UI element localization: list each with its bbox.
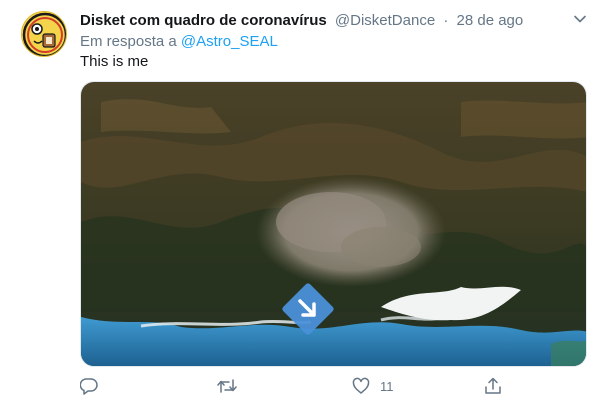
like-button[interactable]: 11 — [352, 374, 394, 398]
timestamp[interactable]: 28 de ago — [457, 12, 524, 29]
reply-context: Em resposta a @Astro_SEAL — [80, 32, 278, 52]
reply-icon[interactable] — [80, 377, 98, 395]
retweet-icon[interactable] — [217, 377, 237, 395]
separator-dot: · — [443, 12, 449, 29]
heart-icon[interactable] — [352, 377, 370, 395]
tweet-media[interactable] — [80, 81, 587, 367]
tweet[interactable]: Disket com quadro de coronavírus @Disket… — [0, 0, 603, 411]
avatar[interactable] — [21, 11, 67, 57]
share-icon[interactable] — [484, 377, 502, 395]
user-handle[interactable]: @DisketDance — [335, 12, 435, 29]
avatar-image — [22, 12, 66, 56]
like-count: 11 — [380, 378, 394, 394]
reply-button[interactable] — [80, 374, 98, 398]
display-name[interactable]: Disket com quadro de coronavírus — [80, 12, 327, 29]
tweet-actions: 11 — [80, 374, 502, 398]
share-button[interactable] — [484, 374, 502, 398]
tweet-header: Disket com quadro de coronavírus @Disket… — [80, 11, 523, 31]
tweet-text: This is me — [80, 53, 149, 70]
reply-prefix: Em resposta a — [80, 33, 177, 50]
retweet-button[interactable] — [217, 374, 237, 398]
reply-mention-link[interactable]: @Astro_SEAL — [181, 33, 278, 50]
satellite-photo[interactable] — [81, 82, 587, 367]
chevron-down-icon[interactable] — [573, 12, 587, 26]
